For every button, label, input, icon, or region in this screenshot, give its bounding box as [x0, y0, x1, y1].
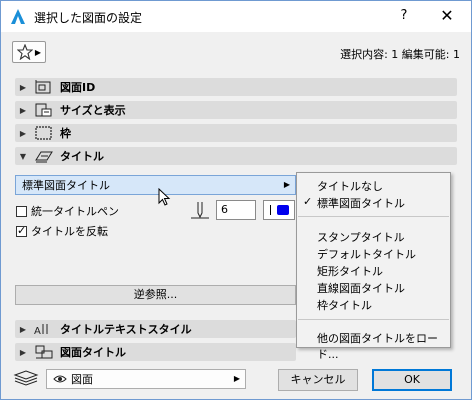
archicad-logo-icon [11, 9, 25, 24]
pen-bar [269, 205, 271, 215]
pen-color-swatch [276, 205, 289, 215]
title-icon [35, 151, 53, 163]
selection-info: 選択内容: 1 編集可能: 1 [340, 48, 460, 61]
menu-item-stamp-title[interactable]: スタンプタイトル [317, 229, 405, 245]
section-label: タイトルテキストスタイル [60, 323, 192, 336]
title-type-dropdown[interactable]: 標準図面タイトル ▶ [15, 175, 296, 195]
star-icon [16, 44, 33, 60]
section-title[interactable]: ▼ タイトル [15, 147, 457, 165]
flip-title-label: タイトルを反転 [31, 225, 108, 238]
menu-item-line-title[interactable]: 直線図面タイトル [317, 280, 405, 296]
expand-arrow-icon: ▶ [19, 324, 27, 334]
chevron-right-icon: ▶ [233, 374, 240, 383]
menu-item-rectangle-title[interactable]: 矩形タイトル [317, 263, 383, 279]
window-title: 選択した図面の設定 [34, 11, 143, 25]
expand-arrow-icon: ▶ [19, 105, 27, 115]
cross-reference-button[interactable]: 逆参照... [15, 285, 296, 305]
section-drawing-id[interactable]: ▶ 図面ID [15, 78, 457, 96]
pen-number-input[interactable]: 6 [216, 200, 256, 220]
section-size-display[interactable]: ▶ サイズと表示 [15, 101, 457, 119]
layer-view-dropdown[interactable]: 図面 ▶ [46, 369, 246, 389]
drawing-title-icon [35, 345, 53, 359]
menu-item-frame-title[interactable]: 枠タイトル [317, 297, 372, 313]
section-label: 図面ID [60, 81, 96, 94]
ok-button[interactable]: OK [372, 369, 452, 391]
chevron-right-icon: ▶ [283, 180, 290, 189]
layer-view-value: 図面 [71, 373, 93, 386]
menu-item-standard-title[interactable]: 標準図面タイトル [317, 195, 405, 211]
close-button[interactable]: ✕ [436, 6, 458, 26]
expand-arrow-icon: ▶ [19, 347, 27, 357]
title-bar: 選択した図面の設定 ? ✕ [1, 1, 471, 32]
menu-item-no-title[interactable]: タイトルなし [317, 178, 383, 194]
section-frame[interactable]: ▶ 枠 [15, 124, 457, 142]
uniform-pen-label: 統一タイトルペン [31, 205, 119, 218]
section-label: タイトル [60, 150, 104, 163]
size-display-icon [35, 103, 52, 117]
cancel-button[interactable]: キャンセル [278, 369, 358, 391]
layers-icon [13, 370, 39, 386]
menu-separator [298, 216, 449, 217]
menu-item-load-other[interactable]: 他の図面タイトルをロード... [317, 330, 450, 362]
text-style-icon: A [34, 324, 48, 337]
svg-text:A: A [34, 326, 41, 337]
section-title-text-style[interactable]: ▶ A タイトルテキストスタイル [15, 320, 296, 338]
section-label: 図面タイトル [60, 346, 126, 359]
checkbox-box[interactable] [16, 224, 27, 237]
uniform-pen-checkbox[interactable]: 統一タイトルペン [16, 203, 119, 219]
flip-title-checkbox[interactable]: タイトルを反転 [16, 223, 108, 239]
section-label: 枠 [60, 127, 71, 140]
title-type-value: 標準図面タイトル [22, 179, 110, 192]
expand-arrow-icon: ▶ [19, 128, 27, 138]
menu-separator [298, 319, 449, 320]
checkbox-box[interactable] [16, 205, 27, 217]
section-drawing-title[interactable]: ▶ 図面タイトル [15, 343, 296, 361]
expand-arrow-icon: ▶ [19, 82, 27, 92]
menu-item-default-title[interactable]: デフォルトタイトル [317, 246, 416, 262]
chevron-right-icon: ▶ [34, 47, 42, 57]
settings-dialog: 選択した図面の設定 ? ✕ ▶ 選択内容: 1 編集可能: 1 ▶ 図面ID ▶… [0, 0, 472, 400]
help-button[interactable]: ? [394, 6, 414, 26]
favorites-button[interactable]: ▶ [12, 41, 46, 63]
eye-icon [53, 375, 67, 383]
pen-icon [191, 202, 209, 219]
check-icon: ✓ [303, 195, 313, 208]
collapse-arrow-icon: ▼ [19, 151, 27, 161]
mouse-cursor-icon [158, 188, 171, 206]
title-type-menu: タイトルなし ✓ 標準図面タイトル スタンプタイトル デフォルトタイトル 矩形タ… [296, 172, 451, 361]
drawing-id-icon [35, 80, 51, 94]
pen-color-picker[interactable] [263, 200, 295, 220]
section-label: サイズと表示 [60, 104, 126, 117]
frame-icon [35, 126, 52, 140]
